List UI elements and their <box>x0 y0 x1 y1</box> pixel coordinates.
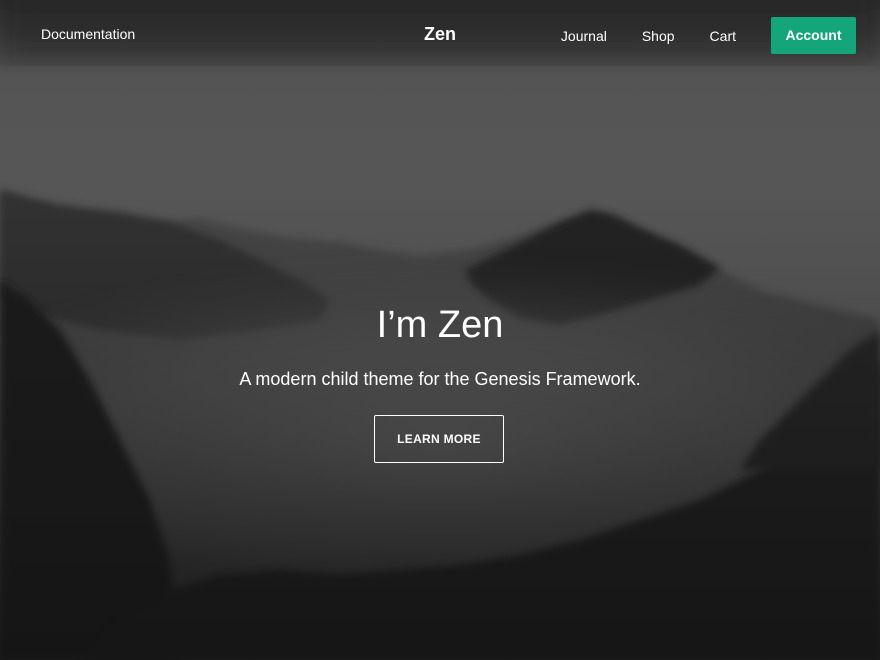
hero-section: Documentation Zen Journal Shop Cart Acco… <box>0 0 880 660</box>
site-title[interactable]: Zen <box>424 24 456 44</box>
site-header: Documentation Zen Journal Shop Cart Acco… <box>0 0 880 72</box>
hero-title: I’m Zen <box>376 304 504 346</box>
account-button[interactable]: Account <box>771 17 856 54</box>
nav-link-documentation[interactable]: Documentation <box>41 26 135 42</box>
nav-link-cart[interactable]: Cart <box>710 28 736 44</box>
learn-more-button[interactable]: LEARN MORE <box>374 415 504 463</box>
hero-subtitle: A modern child theme for the Genesis Fra… <box>239 369 641 389</box>
nav-link-shop[interactable]: Shop <box>642 28 675 44</box>
primary-nav: Journal Shop Cart Account <box>561 17 856 54</box>
nav-link-journal[interactable]: Journal <box>561 28 607 44</box>
